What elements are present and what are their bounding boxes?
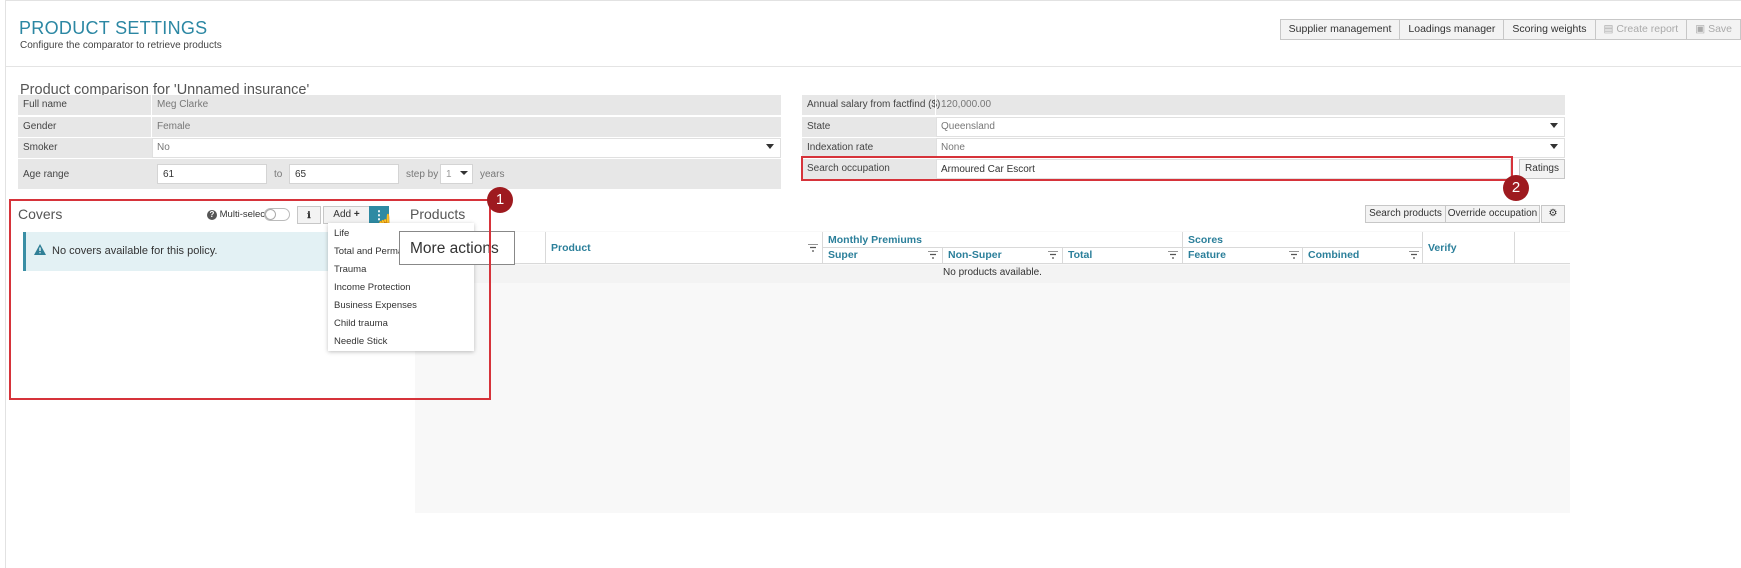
loadings-manager-button[interactable]: Loadings manager xyxy=(1399,19,1505,40)
indexation-value: None xyxy=(941,142,965,153)
covers-highlight xyxy=(9,199,491,400)
filter-icon[interactable] xyxy=(1289,251,1299,259)
age-to-input[interactable]: 65 xyxy=(289,164,399,184)
state-value: Queensland xyxy=(941,121,995,132)
search-products-button[interactable]: Search products xyxy=(1365,205,1446,223)
gear-icon: ⚙ xyxy=(1548,208,1558,219)
indexation-label: Indexation rate xyxy=(807,142,874,153)
filter-icon[interactable] xyxy=(928,251,938,259)
state-label: State xyxy=(807,121,831,132)
filter-icon[interactable] xyxy=(1048,251,1058,259)
override-occupation-button[interactable]: Override occupation xyxy=(1445,205,1540,223)
filter-icon[interactable] xyxy=(1168,251,1178,259)
settings-button[interactable]: ⚙ xyxy=(1541,205,1565,223)
full-name-value: Meg Clarke xyxy=(157,99,209,110)
gender-label: Gender xyxy=(23,121,57,132)
annotation-badge-2: 2 xyxy=(1503,175,1529,201)
column-super[interactable]: Super xyxy=(828,249,858,261)
step-value: 1 xyxy=(446,169,452,180)
chevron-down-icon xyxy=(1550,123,1558,128)
filter-icon[interactable] xyxy=(1409,251,1419,259)
supplier-management-button[interactable]: Supplier management xyxy=(1279,19,1401,40)
column-scores: Scores xyxy=(1188,234,1224,246)
products-grid-header: Product Monthly Premiums Super Non-Super… xyxy=(415,232,1570,264)
ratings-button[interactable]: Ratings xyxy=(1519,159,1565,179)
full-name-label: Full name xyxy=(23,99,67,110)
save-button[interactable]: ▣ Save xyxy=(1686,19,1741,40)
chevron-down-icon xyxy=(766,144,774,149)
state-select[interactable]: Queensland xyxy=(936,117,1565,137)
document-icon: ▤ xyxy=(1603,23,1614,35)
age-range-label: Age range xyxy=(23,169,70,180)
create-report-label: Create report xyxy=(1616,23,1679,35)
salary-row: Annual salary from factfind ($) 120,000.… xyxy=(802,95,1565,115)
chevron-down-icon xyxy=(1550,144,1558,149)
gender-row: Gender Female xyxy=(18,117,781,137)
filter-icon[interactable] xyxy=(808,244,818,252)
column-combined[interactable]: Combined xyxy=(1308,249,1359,261)
occupation-highlight xyxy=(801,156,1513,181)
age-from-input[interactable]: 61 xyxy=(157,164,267,184)
gender-value: Female xyxy=(157,121,191,132)
years-label: years xyxy=(480,169,505,180)
step-by-label: step by xyxy=(406,169,439,180)
age-to-label: to xyxy=(274,169,283,180)
salary-value: 120,000.00 xyxy=(941,99,992,110)
smoker-row: Smoker No xyxy=(18,138,781,158)
state-row: State Queensland xyxy=(802,117,1565,137)
page-subtitle: Configure the comparator to retrieve pro… xyxy=(20,40,222,51)
chevron-down-icon xyxy=(460,171,468,175)
page-title: PRODUCT SETTINGS xyxy=(19,18,208,38)
create-report-button[interactable]: ▤ Create report xyxy=(1594,19,1688,40)
app-frame: PRODUCT SETTINGS Configure the comparato… xyxy=(5,0,1741,568)
column-feature[interactable]: Feature xyxy=(1188,249,1226,261)
annotation-badge-1: 1 xyxy=(487,187,513,213)
smoker-label: Smoker xyxy=(23,142,58,153)
age-range-row: Age range 61 to 65 step by 1 years xyxy=(18,159,781,189)
column-monthly-premiums: Monthly Premiums xyxy=(828,234,922,246)
indexation-select[interactable]: None xyxy=(936,138,1565,158)
save-label: Save xyxy=(1708,23,1732,35)
floppy-icon: ▣ xyxy=(1695,23,1706,35)
indexation-row: Indexation rate None xyxy=(802,138,1565,158)
column-total[interactable]: Total xyxy=(1068,249,1092,261)
step-select[interactable]: 1 xyxy=(440,164,473,184)
smoker-select[interactable]: No xyxy=(152,138,781,158)
page-header: PRODUCT SETTINGS Configure the comparato… xyxy=(6,1,1741,67)
full-name-row: Full name Meg Clarke xyxy=(18,95,781,115)
salary-label: Annual salary from factfind ($) xyxy=(807,99,941,110)
header-toolbar: Supplier management Loadings manager Sco… xyxy=(1279,19,1741,40)
scoring-weights-button[interactable]: Scoring weights xyxy=(1503,19,1596,40)
column-non-super[interactable]: Non-Super xyxy=(948,249,1002,261)
column-verify[interactable]: Verify xyxy=(1428,242,1457,254)
products-empty-message: No products available. xyxy=(415,265,1570,283)
smoker-value: No xyxy=(157,142,170,153)
column-product[interactable]: Product xyxy=(551,242,591,254)
